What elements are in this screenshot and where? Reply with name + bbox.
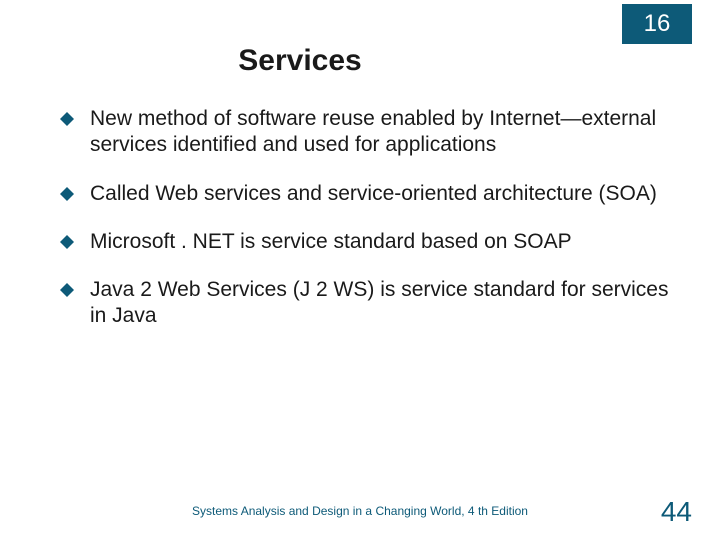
bullet-text: Microsoft . NET is service standard base… [90,229,680,255]
page-number: 44 [661,496,692,528]
list-item: Java 2 Web Services (J 2 WS) is service … [60,277,680,330]
bullet-list: New method of software reuse enabled by … [60,106,680,352]
chapter-number: 16 [644,10,671,38]
slide-title: Services [0,44,720,78]
diamond-bullet-icon [60,112,74,126]
diamond-bullet-icon [60,187,74,201]
bullet-text: New method of software reuse enabled by … [90,106,680,159]
diamond-bullet-icon [60,235,74,249]
chapter-number-box: 16 [622,4,692,44]
list-item: Called Web services and service-oriented… [60,181,680,207]
footer-text: Systems Analysis and Design in a Changin… [0,504,720,518]
diamond-bullet-icon [60,283,74,297]
bullet-text: Called Web services and service-oriented… [90,181,680,207]
bullet-text: Java 2 Web Services (J 2 WS) is service … [90,277,680,330]
list-item: New method of software reuse enabled by … [60,106,680,159]
list-item: Microsoft . NET is service standard base… [60,229,680,255]
